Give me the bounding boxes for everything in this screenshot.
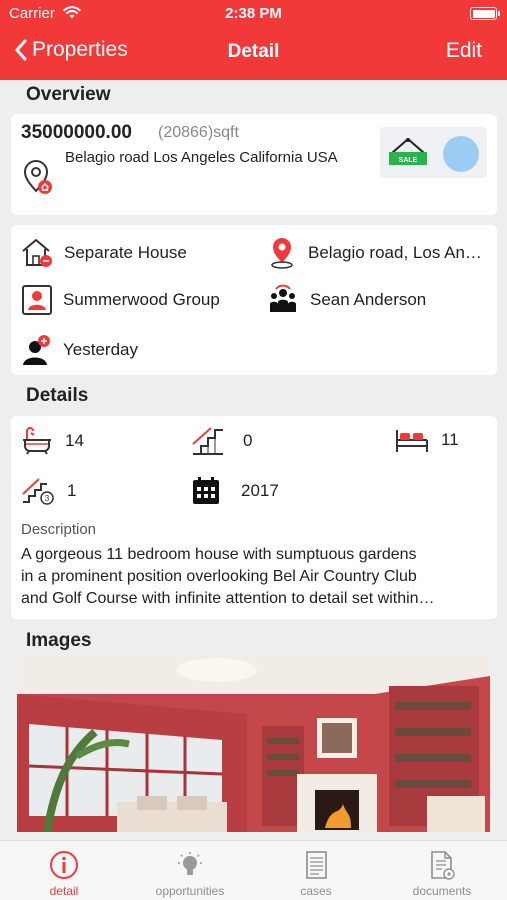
last-contact: Yesterday [63, 340, 138, 359]
svg-text:3: 3 [45, 494, 50, 503]
details-card: 14 0 11 3 1 2017 Description A gorgeous … [11, 416, 497, 619]
property-area: (20866)sqft [158, 124, 239, 141]
property-photo[interactable] [17, 656, 490, 832]
nav-bar: Properties Detail Edit [0, 28, 507, 80]
tab-bar: detail opportunities cases documents [0, 840, 507, 900]
tab-documents[interactable]: documents [379, 841, 505, 900]
back-button-label: Properties [32, 38, 128, 61]
property-address: Belagio road Los Angeles California USA [65, 149, 338, 166]
avatar-placeholder [443, 136, 479, 172]
tab-label: opportunities [155, 884, 225, 898]
add-document-icon [431, 851, 455, 880]
tab-label: cases [300, 884, 332, 898]
sale-sign-icon: SALE [388, 137, 428, 172]
description-line: A gorgeous 11 bedroom house with sumptuo… [21, 546, 417, 563]
description-label: Description [21, 521, 97, 538]
document-icon [306, 851, 327, 879]
bathrooms-item: 14 [21, 426, 84, 456]
levels-item: 3 1 [21, 476, 76, 506]
section-title-details: Details [26, 385, 89, 406]
floors-count: 0 [243, 431, 253, 450]
house-icon [22, 239, 52, 267]
section-title-overview: Overview [26, 84, 111, 105]
user-add-icon [23, 335, 50, 365]
team-icon [270, 284, 296, 312]
calendar-icon [193, 477, 219, 504]
description-text: A gorgeous 11 bedroom house with sumptuo… [21, 544, 491, 610]
agent-row: Sean Anderson [267, 284, 489, 316]
clock: 2:38 PM [225, 5, 282, 22]
levels-count: 1 [67, 481, 77, 500]
floors-item: 0 [191, 426, 252, 456]
tab-cases[interactable]: cases [253, 841, 379, 900]
tab-label: detail [49, 884, 79, 898]
year-built: 2017 [241, 481, 279, 500]
status-bar: Carrier 2:38 PM [0, 0, 507, 28]
stairs-level-icon: 3 [22, 478, 54, 505]
svg-text:SALE: SALE [399, 157, 418, 164]
agency-row: Summerwood Group [21, 284, 261, 316]
tab-detail[interactable]: detail [1, 841, 127, 900]
battery-icon [470, 7, 500, 20]
chevron-left-icon [15, 39, 27, 61]
bedrooms-item: 11 [395, 426, 459, 454]
back-button[interactable]: Properties [14, 38, 128, 62]
property-thumbnail[interactable]: SALE [380, 127, 487, 178]
stairs-icon [192, 427, 223, 455]
overview-info-card: Separate House Belagio road, Los Angeles… [11, 225, 497, 375]
edit-button[interactable]: Edit [446, 39, 482, 63]
overview-summary-card[interactable]: 35000000.00 (20866)sqft Belagio road Los… [11, 114, 497, 215]
location-home-icon [22, 159, 54, 200]
bed-icon [396, 430, 428, 452]
section-title-images: Images [26, 630, 92, 651]
agent-name: Sean Anderson [310, 290, 427, 309]
description-line: in a prominent position overlooking Bel … [21, 568, 417, 585]
map-pin-icon [271, 238, 293, 269]
last-contact-row: Yesterday [21, 333, 261, 367]
header: Carrier 2:38 PM Properties Detail Edit [0, 0, 507, 80]
bathtub-icon [23, 427, 51, 455]
tab-label: documents [412, 884, 472, 898]
year-built-item: 2017 [191, 476, 279, 506]
tab-opportunities[interactable]: opportunities [127, 841, 253, 900]
lightbulb-icon [178, 852, 202, 875]
contact-card-icon [22, 285, 52, 315]
description-line: and Golf Course with infinite attention … [21, 590, 435, 607]
property-price: 35000000.00 [21, 122, 132, 143]
property-location: Belagio road, Los Angeles [308, 243, 489, 262]
agency-name: Summerwood Group [63, 290, 220, 309]
info-icon [50, 851, 78, 879]
property-type: Separate House [64, 243, 187, 262]
bathrooms-count: 14 [65, 431, 84, 450]
bedrooms-count: 11 [441, 430, 459, 449]
location-row: Belagio road, Los Angeles [267, 237, 489, 269]
property-type-row: Separate House [21, 237, 261, 269]
